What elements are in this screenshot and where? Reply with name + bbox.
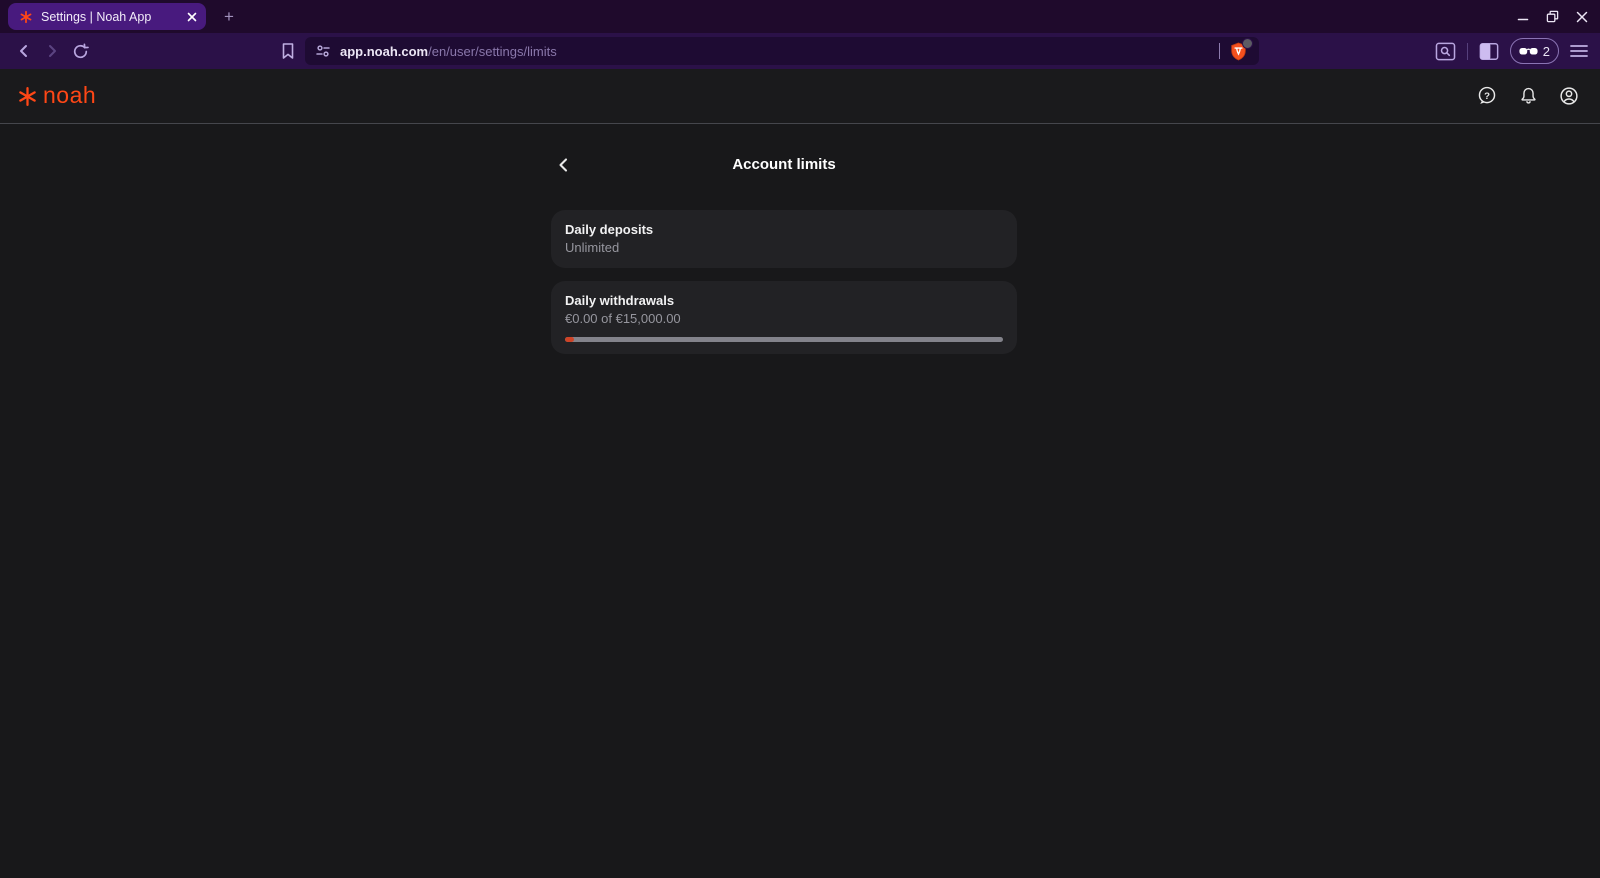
window-controls <box>1517 0 1588 33</box>
urlbar-divider <box>1219 43 1220 59</box>
daily-withdrawals-card: Daily withdrawals €0.00 of €15,000.00 <box>551 281 1017 354</box>
toolbar-divider <box>1467 43 1468 60</box>
extension-badge-count: 2 <box>1543 44 1550 59</box>
card-value: Unlimited <box>565 240 1003 256</box>
toolbar-right-icons: 2 <box>1435 38 1590 64</box>
page-back-button[interactable] <box>555 156 573 174</box>
shield-badge <box>1242 38 1253 49</box>
url-text: app.noah.com/en/user/settings/limits <box>340 44 557 59</box>
notifications-bell-icon[interactable] <box>1514 82 1542 110</box>
url-area: app.noah.com/en/user/settings/limits <box>280 37 1259 65</box>
noah-asterisk-icon <box>17 86 38 107</box>
site-permissions-icon[interactable] <box>315 43 331 59</box>
window-close-icon[interactable] <box>1576 11 1588 23</box>
new-tab-button[interactable]: + <box>218 6 240 28</box>
account-limits-page: Account limits Daily deposits Unlimited … <box>0 124 1600 877</box>
header-icons: ? <box>1473 82 1583 110</box>
card-title: Daily deposits <box>565 222 1003 238</box>
url-path: /en/user/settings/limits <box>428 44 557 59</box>
tab-favicon-asterisk-icon <box>19 10 33 24</box>
shield-extension-icon[interactable] <box>1229 41 1249 61</box>
svg-text:?: ? <box>1484 91 1490 102</box>
browser-toolbar: app.noah.com/en/user/settings/limits <box>0 33 1600 69</box>
browser-tab[interactable]: Settings | Noah App <box>8 3 206 30</box>
help-icon[interactable]: ? <box>1473 82 1501 110</box>
browser-tab-strip: Settings | Noah App + <box>0 0 1600 33</box>
daily-deposits-card: Daily deposits Unlimited <box>551 210 1017 268</box>
back-button[interactable] <box>10 37 38 65</box>
card-value: €0.00 of €15,000.00 <box>565 311 1003 327</box>
window-restore-icon[interactable] <box>1546 10 1559 23</box>
page-title: Account limits <box>551 154 1017 176</box>
card-title: Daily withdrawals <box>565 293 1003 309</box>
reload-button[interactable] <box>66 37 94 65</box>
url-bar[interactable]: app.noah.com/en/user/settings/limits <box>305 37 1259 65</box>
window-minimize-icon[interactable] <box>1517 11 1529 23</box>
noah-logo-text: noah <box>43 84 96 109</box>
page-title-row: Account limits <box>551 154 1017 176</box>
noah-logo[interactable]: noah <box>17 84 96 109</box>
tab-title: Settings | Noah App <box>41 10 179 24</box>
search-panel-icon[interactable] <box>1435 42 1456 61</box>
forward-button[interactable] <box>38 37 66 65</box>
sidebar-toggle-icon[interactable] <box>1479 42 1499 61</box>
limits-card-list: Daily deposits Unlimited Daily withdrawa… <box>551 210 1017 354</box>
url-domain: app.noah.com <box>340 44 428 59</box>
withdrawals-progress-fill <box>565 337 574 342</box>
bookmark-icon[interactable] <box>280 42 296 60</box>
withdrawals-progress-track <box>565 337 1003 342</box>
account-profile-icon[interactable] <box>1555 82 1583 110</box>
sunglasses-icon <box>1519 47 1538 56</box>
app-header: noah ? <box>0 69 1600 124</box>
privacy-extension-pill[interactable]: 2 <box>1510 38 1559 64</box>
tab-close-icon[interactable] <box>187 12 197 22</box>
menu-hamburger-icon[interactable] <box>1570 44 1588 58</box>
